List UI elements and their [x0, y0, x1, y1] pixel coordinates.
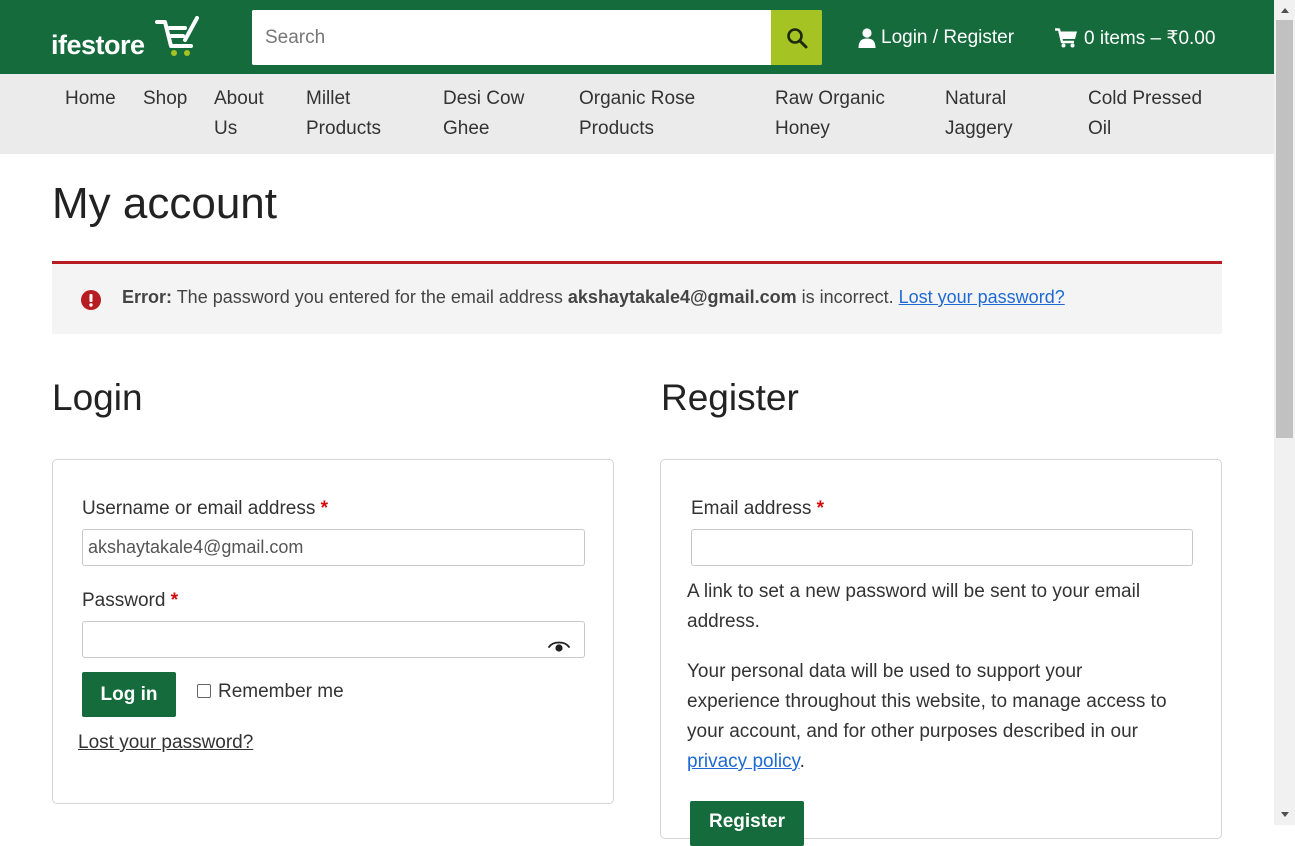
site-header: ifestore Login / Register: [0, 0, 1274, 74]
nav-item-millet-products[interactable]: Millet Products: [306, 84, 381, 144]
error-lost-password-link[interactable]: Lost your password?: [899, 287, 1065, 307]
cart-link[interactable]: 0 items – ₹0.00: [1055, 24, 1215, 52]
chevron-down-icon: [1280, 811, 1289, 817]
login-button[interactable]: Log in: [82, 672, 176, 717]
privacy-notice-line: privacy policy.: [687, 747, 1167, 777]
error-icon: [81, 290, 101, 310]
register-button[interactable]: Register: [690, 801, 804, 846]
lost-password-link[interactable]: Lost your password?: [78, 728, 253, 758]
nav-item-organic-rose-products[interactable]: Organic Rose Products: [579, 84, 695, 144]
search-box: [252, 10, 822, 65]
username-field[interactable]: [82, 529, 585, 566]
login-register-link[interactable]: Login / Register: [858, 24, 1014, 52]
scroll-down-arrow[interactable]: [1274, 806, 1295, 822]
register-email-label-text: Email address: [691, 498, 812, 519]
nav-item-cold-pressed-oil[interactable]: Cold Pressed Oil: [1088, 84, 1202, 144]
login-register-label: Login / Register: [881, 27, 1015, 48]
cart-summary: 0 items – ₹0.00: [1084, 27, 1216, 49]
register-info-text: A link to set a new password will be sen…: [687, 577, 1140, 637]
main-navigation: Home Shop About Us Millet Products Desi …: [0, 74, 1274, 154]
login-form: Username or email address * Password * L…: [52, 459, 614, 804]
scroll-up-arrow[interactable]: [1274, 2, 1295, 18]
search-input[interactable]: [252, 10, 771, 65]
nav-label: Desi Cow: [443, 88, 525, 109]
required-mark: *: [816, 498, 825, 519]
scrollbar-thumb[interactable]: [1276, 20, 1293, 438]
nav-label: Organic Rose: [579, 88, 696, 109]
nav-label: Honey: [775, 118, 830, 139]
password-field[interactable]: [82, 621, 585, 658]
nav-label: Raw Organic: [775, 88, 885, 109]
nav-label: Shop: [143, 88, 188, 109]
error-text-before: The password you entered for the email a…: [172, 287, 568, 307]
nav-label: Millet: [306, 88, 351, 109]
password-label-text: Password: [82, 590, 166, 611]
page-scrollbar[interactable]: [1274, 0, 1295, 825]
privacy-policy-link[interactable]: privacy policy: [687, 751, 800, 772]
nav-label: Oil: [1088, 118, 1112, 139]
remember-me-label: Remember me: [218, 681, 344, 702]
privacy-notice-line: Your personal data will be used to suppo…: [687, 661, 1083, 682]
nav-label: Jaggery: [945, 118, 1013, 139]
cart-icon: [1055, 28, 1077, 48]
required-mark: *: [170, 590, 179, 611]
password-label: Password *: [82, 590, 178, 612]
nav-label: Ghee: [443, 118, 490, 139]
nav-label: About: [214, 88, 264, 109]
chevron-up-icon: [1280, 7, 1289, 13]
nav-label: Products: [306, 118, 381, 139]
privacy-notice: Your personal data will be used to suppo…: [687, 657, 1167, 777]
search-button[interactable]: [771, 10, 822, 65]
show-password-icon[interactable]: [548, 640, 570, 654]
nav-item-natural-jaggery[interactable]: Natural Jaggery: [945, 84, 1013, 144]
required-mark: *: [320, 498, 329, 519]
nav-item-shop[interactable]: Shop: [143, 84, 187, 114]
register-email-field[interactable]: [691, 529, 1193, 566]
register-email-label: Email address *: [691, 498, 824, 520]
nav-label: Natural: [945, 88, 1007, 109]
nav-item-raw-organic-honey[interactable]: Raw Organic Honey: [775, 84, 885, 144]
register-info-line: A link to set a new password will be sen…: [687, 581, 1141, 602]
register-heading: Register: [661, 377, 799, 418]
logo-text: ifestore: [51, 30, 145, 60]
nav-label: Home: [65, 88, 116, 109]
error-text-after: is incorrect.: [796, 287, 899, 307]
error-message: Error: The password you entered for the …: [122, 287, 1065, 308]
register-info-line: address.: [687, 611, 760, 632]
nav-label: Products: [579, 118, 654, 139]
nav-item-desi-cow-ghee[interactable]: Desi Cow Ghee: [443, 84, 524, 144]
nav-label: Cold Pressed: [1088, 88, 1203, 109]
nav-item-home[interactable]: Home: [65, 84, 116, 114]
page-title: My account: [52, 179, 277, 228]
remember-me-checkbox[interactable]: [197, 684, 211, 698]
privacy-notice-line: experience throughout this website, to m…: [687, 691, 1167, 712]
nav-item-about-us[interactable]: About Us: [214, 84, 264, 144]
search-icon: [786, 27, 807, 48]
error-email: akshaytakale4@gmail.com: [567, 287, 797, 307]
username-label: Username or email address *: [82, 498, 328, 520]
site-logo[interactable]: ifestore: [51, 16, 199, 60]
privacy-end: .: [799, 751, 805, 772]
privacy-notice-line: your account, and for other purposes des…: [687, 721, 1138, 742]
error-notice: Error: The password you entered for the …: [52, 261, 1222, 334]
logo-cart-icon: [155, 16, 199, 56]
user-icon: [858, 28, 876, 48]
username-label-text: Username or email address: [82, 498, 316, 519]
login-heading: Login: [52, 377, 143, 418]
register-form: Email address * A link to set a new pass…: [660, 459, 1222, 846]
error-prefix: Error:: [122, 287, 173, 307]
nav-label: Us: [214, 118, 238, 139]
